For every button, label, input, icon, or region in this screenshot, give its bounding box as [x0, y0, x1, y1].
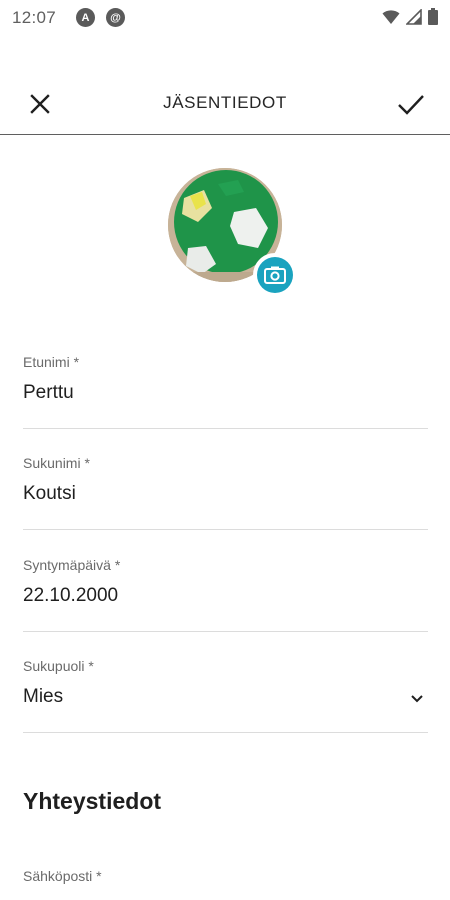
status-bar: 12:07 A @ [0, 0, 450, 36]
signal-icon [406, 8, 422, 25]
change-photo-button[interactable] [253, 253, 297, 297]
battery-icon [428, 8, 438, 25]
check-icon[interactable] [396, 90, 426, 118]
first-name-input[interactable]: Perttu [23, 382, 74, 404]
email-label: Sähköposti * [23, 868, 102, 884]
profile-photo-area [168, 168, 298, 298]
app-notification-icon: A [76, 8, 95, 27]
chevron-down-icon[interactable] [410, 694, 424, 704]
birthdate-input[interactable]: 22.10.2000 [23, 585, 118, 607]
top-app-bar: JÄSENTIEDOT [0, 78, 450, 135]
page-title: JÄSENTIEDOT [163, 93, 287, 112]
gender-label: Sukupuoli * [23, 658, 94, 674]
status-indicators [382, 8, 438, 25]
last-name-input[interactable]: Koutsi [23, 483, 76, 505]
camera-button-background [257, 257, 293, 293]
first-name-label: Etunimi * [23, 354, 80, 370]
first-name-field[interactable]: Etunimi * Perttu [23, 354, 428, 429]
camera-icon [264, 266, 286, 284]
sync-notification-icon: @ [106, 8, 125, 27]
last-name-field[interactable]: Sukunimi * Koutsi [23, 455, 428, 530]
birthdate-field[interactable]: Syntymäpäivä * 22.10.2000 [23, 557, 428, 632]
wifi-icon [382, 9, 400, 24]
birthdate-label: Syntymäpäivä * [23, 557, 121, 573]
gender-field[interactable]: Sukupuoli * Mies [23, 658, 428, 733]
gender-select[interactable]: Mies [23, 686, 63, 708]
contact-section-title: Yhteystiedot [23, 788, 162, 814]
last-name-label: Sukunimi * [23, 455, 90, 471]
status-time: 12:07 [12, 8, 57, 27]
